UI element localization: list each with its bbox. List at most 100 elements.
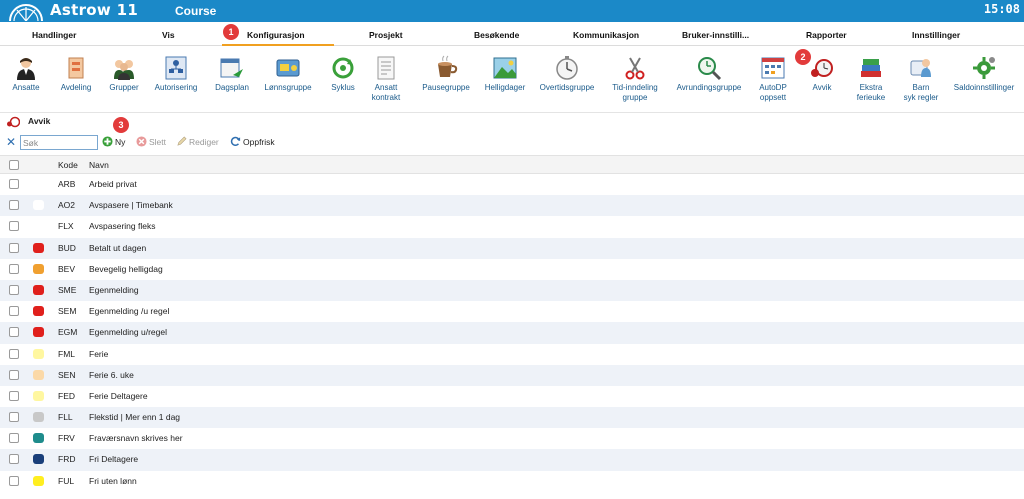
column-header-name[interactable]: Navn: [89, 160, 109, 170]
tool-pausegruppe[interactable]: Pausegruppe: [418, 47, 474, 113]
menu-konfigurasjon[interactable]: Konfigurasjon: [247, 30, 305, 44]
tool-autodp-oppsett[interactable]: AutoDP oppsett: [752, 47, 794, 113]
autodp-icon: [761, 57, 785, 79]
row-checkbox[interactable]: [9, 412, 19, 423]
refresh-button[interactable]: Oppfrisk: [230, 136, 275, 147]
table-row[interactable]: SEM Egenmelding /u regel: [0, 301, 1024, 322]
app-title: Astrow 11: [50, 1, 139, 19]
row-checkbox[interactable]: [9, 327, 19, 338]
table-row[interactable]: BUD Betalt ut dagen: [0, 237, 1024, 259]
table-row[interactable]: FRD Fri Deltagere: [0, 449, 1024, 471]
table-row[interactable]: EGM Egenmelding u/regel: [0, 322, 1024, 344]
row-checkbox[interactable]: [9, 475, 19, 486]
row-code: BEV: [58, 263, 76, 274]
table-row[interactable]: ARB Arbeid privat: [0, 174, 1024, 195]
search-input[interactable]: [20, 135, 98, 150]
tool-tidinndeling-gruppe[interactable]: Tid-inndeling gruppe: [604, 47, 666, 113]
color-swatch: [33, 200, 44, 211]
active-tab-indicator: [222, 44, 334, 46]
menu-innstillinger[interactable]: Innstillinger: [912, 30, 960, 40]
table-row[interactable]: FUL Fri uten lønn: [0, 471, 1024, 492]
tool-autorisering[interactable]: Autorisering: [150, 47, 202, 113]
add-icon: [102, 136, 113, 147]
tool-saldoinnstillinger[interactable]: Saldoinnstillinger: [948, 47, 1020, 113]
color-swatch: [33, 306, 44, 317]
rounding-icon: [698, 57, 722, 81]
row-checkbox[interactable]: [9, 242, 19, 253]
edit-button[interactable]: Rediger: [176, 136, 219, 147]
select-all-checkbox[interactable]: [9, 160, 19, 170]
row-name: Ferie Deltagere: [89, 390, 148, 401]
salary-group-icon: [276, 59, 300, 77]
delete-button[interactable]: Slett: [136, 136, 166, 147]
table-row[interactable]: FLL Flekstid | Mer enn 1 dag: [0, 407, 1024, 429]
menu-vis[interactable]: Vis: [162, 30, 175, 40]
row-code: ARB: [58, 179, 76, 189]
menu-kommunikasjon[interactable]: Kommunikasjon: [573, 30, 639, 40]
menu-rapporter[interactable]: Rapporter: [806, 30, 847, 40]
person-icon: [17, 58, 35, 80]
tool-ekstra-ferieuke[interactable]: Ekstra ferieuke: [848, 47, 894, 113]
column-header-code[interactable]: Kode: [58, 160, 78, 170]
row-checkbox[interactable]: [9, 433, 19, 444]
tool-overtidsgruppe[interactable]: Overtidsgruppe: [536, 47, 598, 113]
tool-avvik[interactable]: Avvik: [802, 47, 842, 113]
row-code: BUD: [58, 242, 76, 253]
color-swatch: [33, 412, 44, 423]
color-swatch: [33, 284, 44, 295]
tool-grupper[interactable]: Grupper: [104, 47, 144, 113]
tool-lonnsgruppe[interactable]: Lønnsgruppe: [260, 47, 316, 113]
menu-bar: Handlinger Vis Konfigurasjon Prosjekt Be…: [0, 22, 1024, 46]
tool-avdeling[interactable]: Avdeling: [56, 47, 96, 113]
tool-syklus[interactable]: Syklus: [324, 47, 362, 113]
color-swatch: [33, 263, 44, 274]
table-row[interactable]: BEV Bevegelig helligdag: [0, 259, 1024, 280]
tool-ansatte[interactable]: Ansatte: [4, 47, 48, 113]
row-checkbox[interactable]: [9, 263, 19, 274]
row-name: Fraværsnavn skrives her: [89, 433, 183, 444]
menu-brukerinnstillinger[interactable]: Bruker-innstilli...: [682, 30, 749, 40]
table-row[interactable]: AO2 Avspasere | Timebank: [0, 195, 1024, 217]
row-code: SEM: [58, 306, 77, 317]
table-row[interactable]: FLX Avspasering fleks: [0, 216, 1024, 237]
row-checkbox[interactable]: [9, 284, 19, 295]
menu-handlinger[interactable]: Handlinger: [32, 30, 76, 40]
config-toolbar: Ansatte Avdeling Grupper Autorisering Da…: [0, 47, 1024, 113]
tool-barn-syk-regler[interactable]: Barn syk regler: [898, 47, 944, 113]
row-checkbox[interactable]: [9, 306, 19, 317]
table-row[interactable]: FRV Fraværsnavn skrives her: [0, 428, 1024, 449]
row-checkbox[interactable]: [9, 200, 19, 211]
row-name: Arbeid privat: [89, 179, 137, 189]
row-name: Flekstid | Mer enn 1 dag: [89, 412, 181, 423]
table-row[interactable]: SME Egenmelding: [0, 279, 1024, 302]
clear-search-icon[interactable]: ✕: [6, 136, 16, 148]
tool-dagsplan[interactable]: Dagsplan: [210, 47, 254, 113]
table-row[interactable]: SEN Ferie 6. uke: [0, 364, 1024, 386]
new-button[interactable]: Ny: [102, 136, 125, 147]
row-name: Egenmelding /u regel: [89, 306, 170, 317]
group-icon: [114, 60, 134, 80]
row-checkbox[interactable]: [9, 390, 19, 401]
row-checkbox[interactable]: [9, 221, 19, 232]
row-code: FRV: [58, 433, 75, 444]
row-name: Betalt ut dagen: [89, 242, 147, 253]
tool-helligdager[interactable]: Helligdager: [480, 47, 530, 113]
color-swatch: [33, 475, 44, 486]
row-checkbox[interactable]: [9, 454, 19, 465]
authorization-icon: [165, 56, 187, 80]
tool-avrundingsgruppe[interactable]: Avrundingsgruppe: [672, 47, 746, 113]
row-code: FLX: [58, 221, 74, 232]
row-checkbox[interactable]: [9, 179, 19, 189]
menu-besokende[interactable]: Besøkende: [474, 30, 519, 40]
cycle-icon: [332, 57, 354, 79]
row-checkbox[interactable]: [9, 369, 19, 380]
row-checkbox[interactable]: [9, 348, 19, 359]
row-code: FUL: [58, 475, 75, 486]
tool-ansatt-kontrakt[interactable]: Ansatt kontrakt: [366, 47, 406, 113]
table-row[interactable]: FED Ferie Deltagere: [0, 386, 1024, 407]
table-row[interactable]: FML Ferie: [0, 344, 1024, 365]
refresh-icon: [230, 136, 241, 146]
menu-prosjekt[interactable]: Prosjekt: [369, 30, 403, 40]
color-swatch: [33, 390, 44, 401]
color-swatch: [33, 327, 44, 338]
